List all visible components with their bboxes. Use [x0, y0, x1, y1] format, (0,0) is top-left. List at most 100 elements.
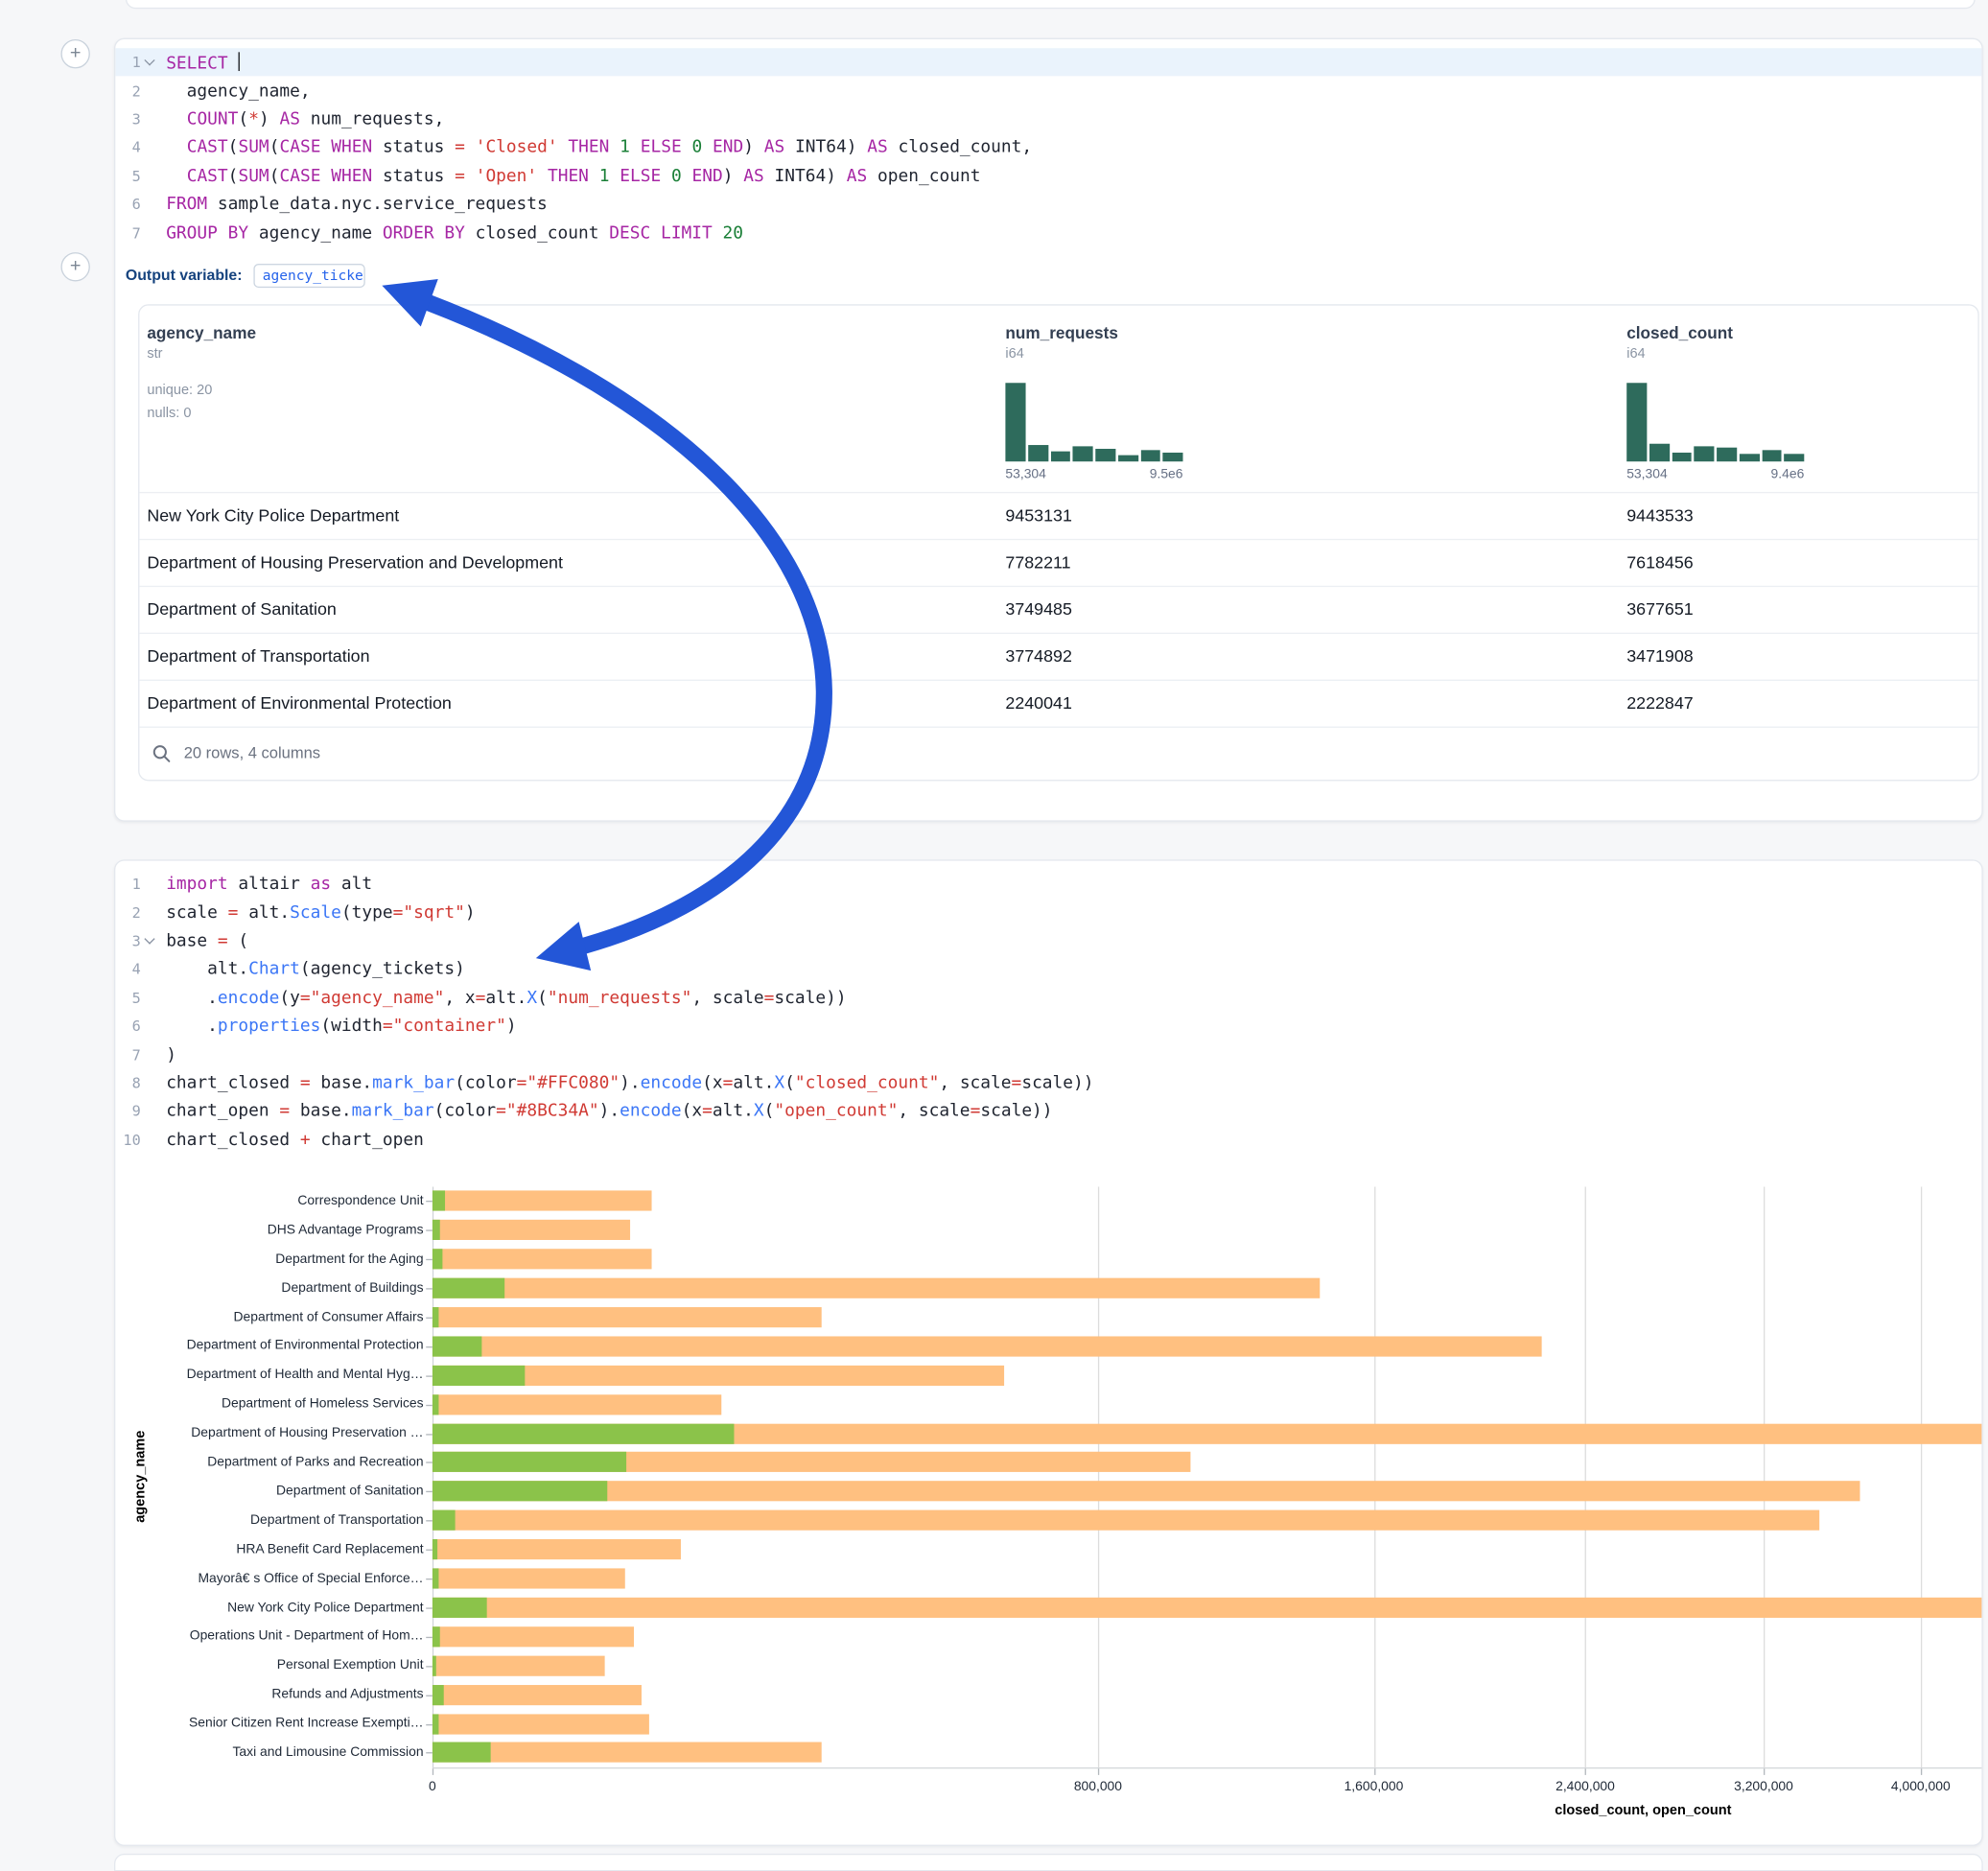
- python-code-line[interactable]: 7): [115, 1041, 1981, 1069]
- y-axis-tick: [426, 1695, 433, 1696]
- code-token: ): [506, 1016, 517, 1036]
- x-axis-tick: [1373, 1768, 1374, 1775]
- code-token: , x: [444, 988, 475, 1008]
- python-code-text: chart_closed = base.mark_bar(color="#FFC…: [166, 1072, 1981, 1092]
- line-number: 4: [115, 139, 140, 157]
- y-axis-label: Correspondence Unit: [115, 1186, 423, 1215]
- fold-chevron-icon[interactable]: [141, 58, 157, 66]
- sql-code-line[interactable]: 6FROM sample_data.nyc.service_requests: [115, 190, 1981, 219]
- y-axis-tick: [426, 1491, 433, 1492]
- bar-open-count: [433, 1684, 444, 1704]
- code-token: Scale: [290, 902, 341, 923]
- histogram-bar: [1672, 453, 1692, 461]
- y-axis-tick: [426, 1259, 433, 1260]
- line-number: 1: [115, 875, 140, 893]
- add-cell-button-2[interactable]: +: [60, 252, 89, 281]
- code-token: alt.: [238, 902, 290, 923]
- python-code-line[interactable]: 5 .encode(y="agency_name", x=alt.X("num_…: [115, 983, 1981, 1012]
- code-token: open_count: [867, 166, 980, 186]
- code-token: .: [166, 988, 218, 1008]
- code-token: "container": [393, 1016, 506, 1036]
- python-code-line[interactable]: 2scale = alt.Scale(type="sqrt"): [115, 899, 1981, 927]
- python-editor[interactable]: 1import altair as alt2scale = alt.Scale(…: [115, 861, 1981, 1154]
- column-header-num_requests[interactable]: num_requestsi6453,3049.5e6: [997, 323, 1619, 481]
- histogram-max: 9.4e6: [1771, 466, 1805, 481]
- y-axis-label: Operations Unit - Department of Hom…: [115, 1622, 423, 1650]
- python-code-line[interactable]: 4 alt.Chart(agency_tickets): [115, 955, 1981, 984]
- code-token: =: [764, 988, 775, 1008]
- gridline: [1764, 1186, 1765, 1767]
- column-stat: unique: 20: [147, 379, 997, 402]
- code-token: *: [248, 109, 259, 129]
- y-axis-tick: [426, 1288, 433, 1289]
- python-code-line[interactable]: 6 .properties(width="container"): [115, 1012, 1981, 1041]
- add-cell-button[interactable]: +: [60, 39, 89, 68]
- column-header-closed_count[interactable]: closed_counti6453,3049.4e6: [1619, 323, 1977, 481]
- sql-code-text: CAST(SUM(CASE WHEN status = 'Closed' THE…: [166, 137, 1981, 157]
- code-token: =: [971, 1101, 981, 1121]
- sql-code-line[interactable]: 7GROUP BY agency_name ORDER BY closed_co…: [115, 219, 1981, 247]
- code-token: END: [691, 166, 722, 186]
- histogram-range-labels: 53,304 9.4e6: [1626, 466, 1804, 481]
- code-token: sample_data.nyc.service_requests: [207, 194, 548, 214]
- python-code-line[interactable]: 9chart_open = base.mark_bar(color="#8BC3…: [115, 1097, 1981, 1126]
- code-token: THEN: [568, 137, 609, 157]
- output-variable-chip[interactable]: agency_tickets: [253, 264, 364, 288]
- python-code-line[interactable]: 1import altair as alt: [115, 870, 1981, 899]
- column-header-agency_name[interactable]: agency_namestrunique: 20nulls: 0: [139, 323, 997, 481]
- code-token: WHEN: [331, 137, 372, 157]
- histogram-bar: [1740, 454, 1760, 461]
- table-cell: Department of Sanitation: [139, 600, 997, 620]
- code-token: 1: [599, 166, 610, 186]
- table-row[interactable]: New York City Police Department945313194…: [139, 492, 1977, 539]
- gridline: [1921, 1186, 1922, 1767]
- fold-chevron-icon[interactable]: [141, 937, 157, 945]
- bar-open-count: [433, 1568, 438, 1588]
- sql-editor[interactable]: 1SELECT 2 agency_name,3 COUNT(*) AS num_…: [115, 39, 1981, 246]
- python-code-text: ): [166, 1044, 1981, 1064]
- python-code-line[interactable]: 3base = (: [115, 926, 1981, 955]
- line-number: 10: [115, 1131, 140, 1149]
- histogram-min: 53,304: [1626, 466, 1667, 481]
- code-token: chart_open: [166, 1101, 279, 1121]
- y-axis-label: Department for the Aging: [115, 1245, 423, 1274]
- bar-open-count: [433, 1220, 440, 1240]
- search-icon[interactable]: [152, 744, 172, 763]
- y-axis-tick: [426, 1666, 433, 1667]
- bar-open-count: [433, 1655, 436, 1675]
- table-row[interactable]: Department of Housing Preservation and D…: [139, 539, 1977, 586]
- table-row[interactable]: Department of Transportation377489234719…: [139, 632, 1977, 679]
- code-token: import: [166, 874, 227, 894]
- code-token: FROM: [166, 194, 207, 214]
- chart-x-axis-line: [433, 1767, 1983, 1768]
- table-row[interactable]: Department of Sanitation37494853677651: [139, 585, 1977, 632]
- python-code-line[interactable]: 10chart_closed + chart_open: [115, 1125, 1981, 1154]
- bar-closed-count: [433, 1539, 681, 1559]
- y-axis-label: DHS Advantage Programs: [115, 1216, 423, 1245]
- sql-code-line[interactable]: 4 CAST(SUM(CASE WHEN status = 'Closed' T…: [115, 133, 1981, 162]
- y-axis-tick: [426, 1520, 433, 1521]
- table-cell: 3471908: [1619, 647, 1977, 667]
- y-axis-label: Department of Housing Preservation …: [115, 1419, 423, 1448]
- sql-code-line[interactable]: 3 COUNT(*) AS num_requests,: [115, 105, 1981, 133]
- table-cell: 7782211: [997, 553, 1619, 573]
- python-code-line[interactable]: 8chart_closed = base.mark_bar(color="#FF…: [115, 1068, 1981, 1097]
- code-token: scale: [166, 902, 227, 923]
- sql-code-line[interactable]: 2 agency_name,: [115, 77, 1981, 105]
- results-table: agency_namestrunique: 20nulls: 0num_requ…: [138, 304, 1979, 781]
- table-row[interactable]: Department of Environmental Protection22…: [139, 679, 1977, 726]
- sql-code-line[interactable]: 5 CAST(SUM(CASE WHEN status = 'Open' THE…: [115, 162, 1981, 191]
- code-token: , scale: [898, 1101, 970, 1121]
- code-token: =: [455, 137, 465, 157]
- histogram-bar: [1695, 446, 1715, 461]
- code-token: (: [228, 166, 239, 186]
- y-axis-tick: [426, 1404, 433, 1405]
- histogram-bar: [1095, 449, 1115, 461]
- code-token: (color: [434, 1101, 496, 1121]
- bar-closed-count: [433, 1714, 649, 1734]
- bar-open-count: [433, 1482, 607, 1502]
- line-number: 3: [115, 932, 140, 950]
- x-axis-label: 4,000,000: [1891, 1779, 1951, 1794]
- code-token: altair: [228, 874, 311, 894]
- sql-code-line[interactable]: 1SELECT: [115, 48, 1981, 77]
